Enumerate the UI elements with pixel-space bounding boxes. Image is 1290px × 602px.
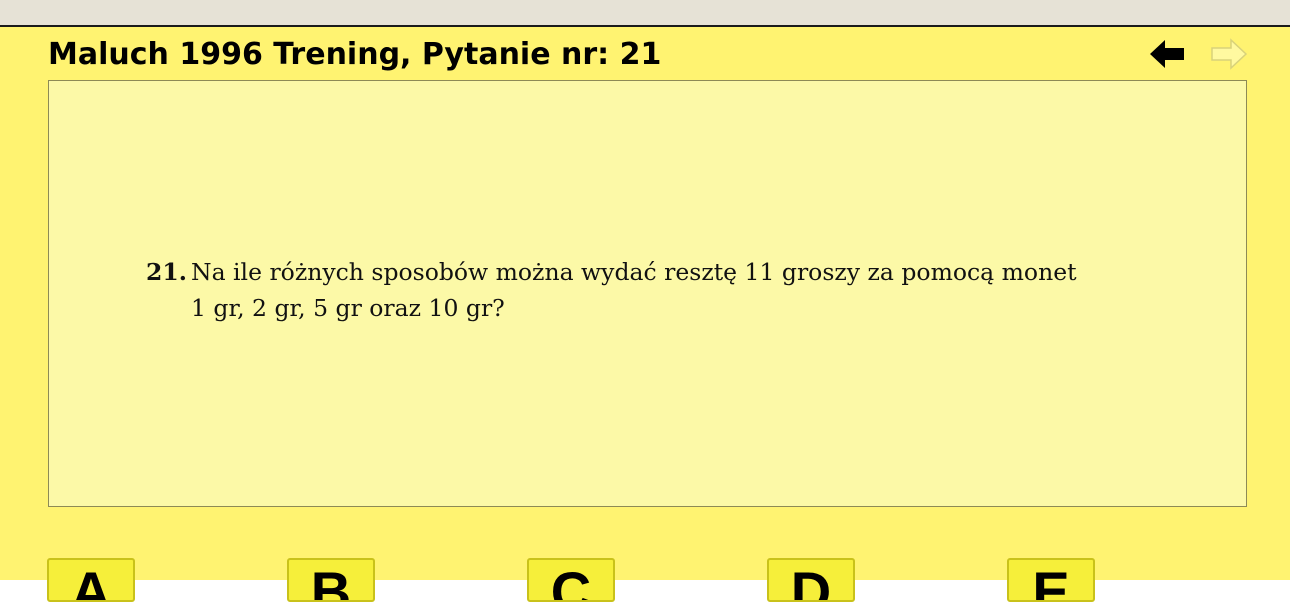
answer-label-a: A xyxy=(70,560,112,602)
answer-label-d: D xyxy=(790,560,832,602)
arrow-left-icon xyxy=(1150,40,1184,68)
answer-button-b[interactable]: B xyxy=(287,558,375,602)
answer-button-a[interactable]: A xyxy=(47,558,135,602)
quiz-page: Maluch 1996 Trening, Pytanie nr: 21 21. N… xyxy=(0,27,1290,602)
question-line-2: 1 gr, 2 gr, 5 gr oraz 10 gr? xyxy=(191,294,505,322)
answer-button-c[interactable]: C xyxy=(527,558,615,602)
answer-label-c: C xyxy=(550,560,592,602)
question-number: 21. xyxy=(146,258,187,286)
arrow-right-icon xyxy=(1211,38,1248,70)
next-question-button[interactable] xyxy=(1210,37,1248,71)
answer-options: A B C D E xyxy=(0,558,1290,602)
question-text: 21. Na ile różnych sposobów można wydać r… xyxy=(146,254,1077,326)
answer-button-e[interactable]: E xyxy=(1007,558,1095,602)
page-title: Maluch 1996 Trening, Pytanie nr: 21 xyxy=(48,37,662,72)
browser-chrome-strip xyxy=(0,0,1290,27)
question-panel: 21. Na ile różnych sposobów można wydać r… xyxy=(48,80,1247,507)
answer-label-e: E xyxy=(1032,560,1070,602)
previous-question-button[interactable] xyxy=(1148,37,1186,71)
question-line-1: Na ile różnych sposobów można wydać resz… xyxy=(191,258,1077,286)
answer-button-d[interactable]: D xyxy=(767,558,855,602)
answer-label-b: B xyxy=(310,560,352,602)
